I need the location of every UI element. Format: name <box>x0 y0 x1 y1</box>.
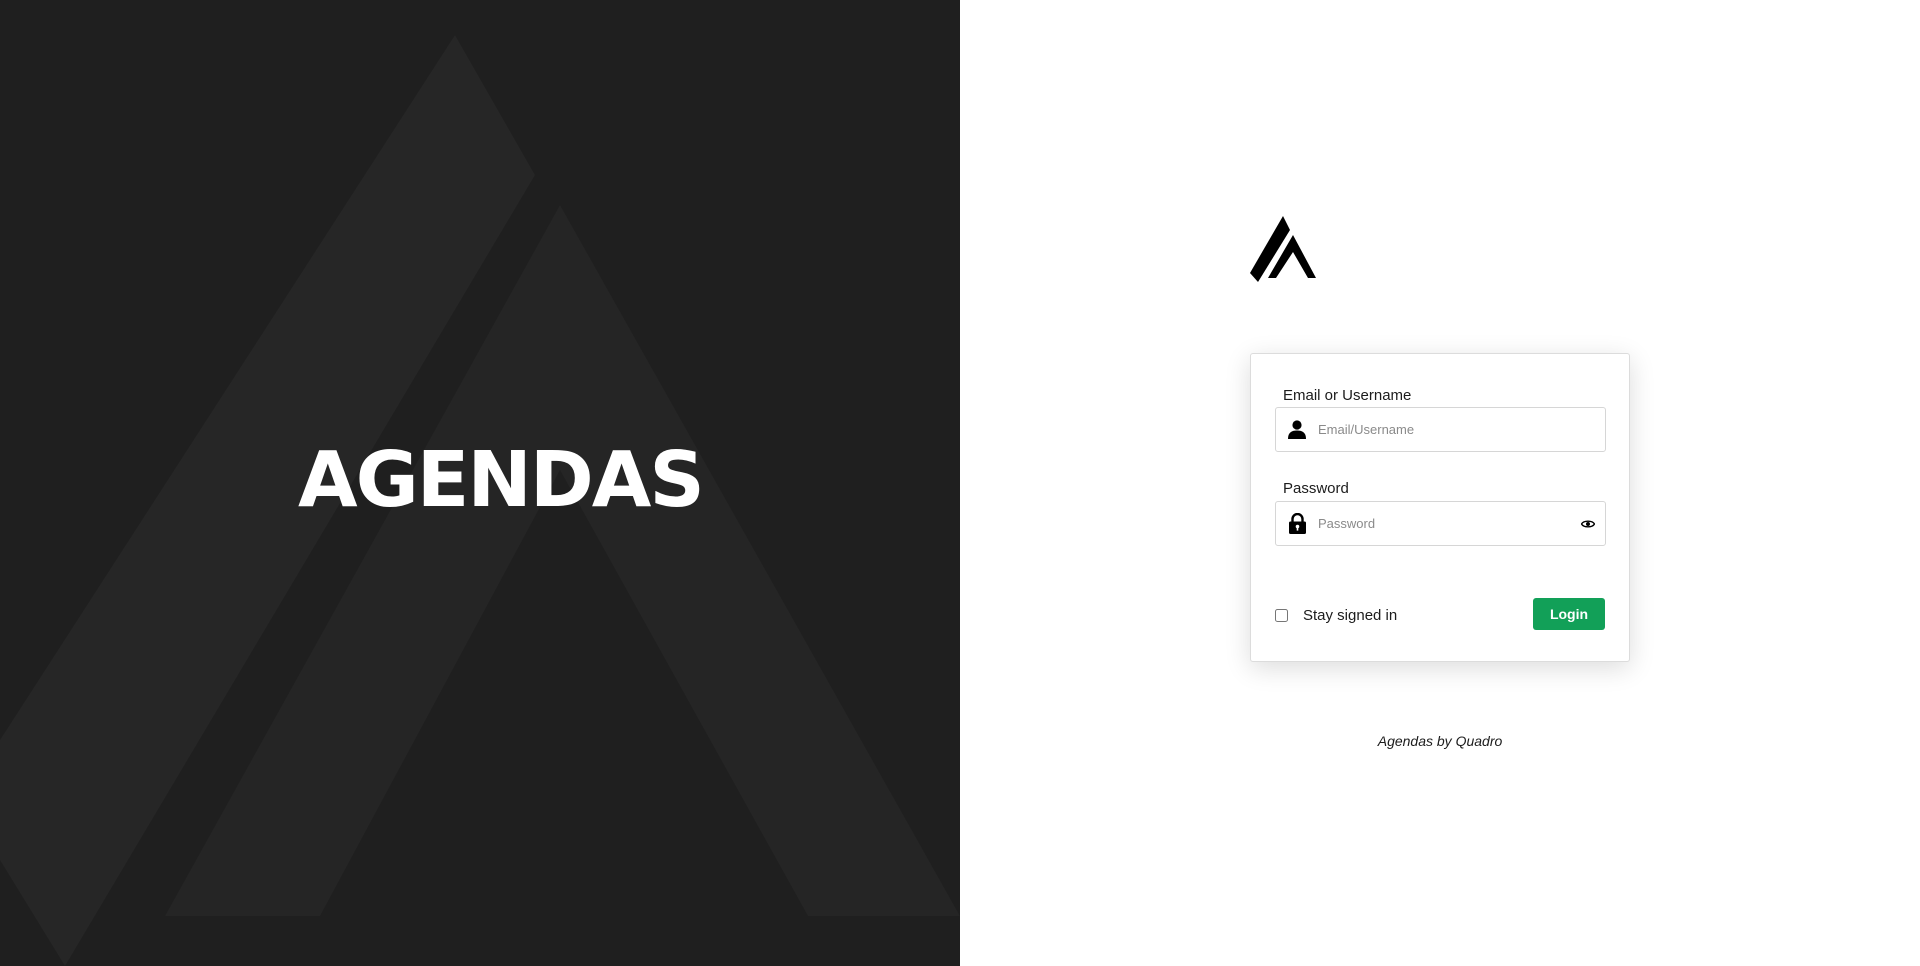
email-field-wrapper <box>1275 407 1606 452</box>
stay-signed-in: Stay signed in <box>1275 607 1397 624</box>
user-icon <box>1276 408 1318 451</box>
eye-icon[interactable] <box>1571 502 1605 545</box>
login-card: Email or Username Password <box>1250 353 1630 662</box>
stay-signed-in-checkbox[interactable] <box>1275 609 1288 622</box>
email-label: Email or Username <box>1283 387 1412 404</box>
footer-credit: Agendas by Quadro <box>1377 733 1503 749</box>
login-page: AGENDAS Email or Username Password <box>0 0 1920 966</box>
password-field-wrapper <box>1275 501 1606 546</box>
brand-title: AGENDAS <box>298 436 705 525</box>
lock-icon <box>1276 502 1318 545</box>
login-panel: Email or Username Password <box>960 0 1920 966</box>
password-label: Password <box>1283 480 1349 497</box>
login-button[interactable]: Login <box>1533 598 1605 630</box>
agendas-logo-icon <box>1250 216 1316 282</box>
brand-panel: AGENDAS <box>0 0 960 966</box>
password-input[interactable] <box>1318 503 1571 544</box>
email-input[interactable] <box>1318 409 1605 450</box>
stay-signed-in-label: Stay signed in <box>1303 607 1398 624</box>
